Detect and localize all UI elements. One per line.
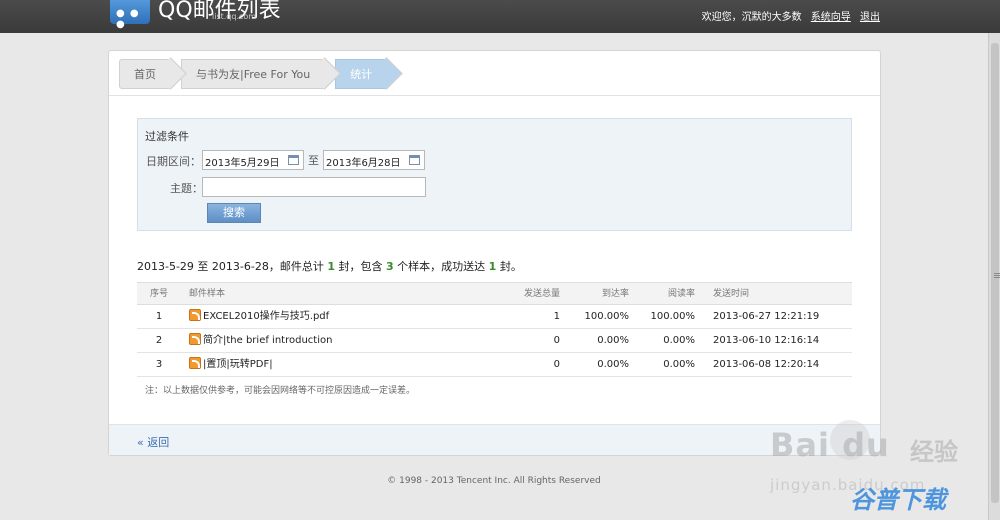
row-read: 100.00% [650,311,696,322]
scrollbar-thumb[interactable] [991,43,1000,503]
row-reach: 0.00% [597,335,629,346]
breadcrumb-list[interactable]: 与书为友|Free For You [181,59,326,89]
sample-count: 3 [386,260,394,273]
col-time-header: 发送时间 [713,289,750,299]
watermark: Bai du 经验 jingyan.baidu.com 谷普下载 [770,420,990,520]
logo-subtitle: list.qq.com [212,12,257,21]
breadcrumb-stats: 统计 [335,59,388,89]
calendar-icon[interactable] [288,155,299,165]
date-from-field[interactable]: 2013年5月29日 [202,150,304,170]
table-row[interactable]: 1 EXCEL2010操作与技巧.pdf 1 100.00% 100.00% 2… [137,305,852,329]
row-sample[interactable]: EXCEL2010操作与技巧.pdf [189,305,329,328]
row-sample[interactable]: 简介|the brief introduction [189,329,332,352]
qq-mail-logo-icon[interactable]: ● ● ● [110,0,150,30]
disclaimer-note: 注：以上数据仅供参考，可能会因网络等不可控原因造成一定误差。 [145,386,416,396]
date-separator: 至 [308,154,319,167]
user-nav: 欢迎您，沉默的大多数 系统向导 退出 [702,8,880,23]
logout-link[interactable]: 退出 [860,12,880,23]
subject-label: 主题： [170,182,203,195]
row-reach: 100.00% [584,311,630,322]
row-total: 1 [553,311,560,322]
summary-text: 2013-5-29 至 2013-6-28，邮件总计 1 封，包含 3 个样本，… [137,260,522,273]
col-total-header: 发送总量 [523,289,560,299]
row-read: 0.00% [663,359,695,370]
main-panel: 首页 与书为友|Free For You 统计 过滤条件 日期区间： 2013年… [108,50,881,456]
date-range-label: 日期区间： [146,155,201,168]
row-sample[interactable]: |置顶|玩转PDF| [189,353,273,376]
guide-link[interactable]: 系统向导 [811,12,851,23]
watermark-logo: Bai du [770,426,890,464]
calendar-icon[interactable] [409,155,420,165]
filter-panel: 过滤条件 日期区间： 2013年5月29日 至 2013年6月28日 主题： 搜… [137,118,852,231]
row-no: 1 [155,311,163,322]
row-reach: 0.00% [597,359,629,370]
stats-table: 序号 邮件样本 发送总量 到达率 阅读率 发送时间 1 EXCEL2010操作与… [137,282,852,377]
col-no-header: 序号 [149,289,168,299]
total-count: 1 [327,260,336,273]
date-to-field[interactable]: 2013年6月28日 [323,150,425,170]
row-time: 2013-06-08 12:20:14 [713,359,820,370]
back-link[interactable]: « 返回 [137,434,169,450]
row-time: 2013-06-27 12:21:19 [713,311,820,322]
date-from-value: 2013年5月29日 [205,158,280,169]
watermark-site: 谷普下载 [850,486,946,514]
watermark-cn: 经验 [910,438,958,466]
row-total: 0 [553,335,560,346]
col-read-header: 阅读率 [667,289,695,299]
row-time: 2013-06-10 12:16:14 [713,335,820,346]
table-row[interactable]: 3 |置顶|玩转PDF| 0 0.00% 0.00% 2013-06-08 12… [137,353,852,377]
rss-icon [189,333,201,345]
rss-icon [189,309,201,321]
divider [109,95,880,96]
row-no: 3 [155,359,163,370]
row-read: 0.00% [663,335,695,346]
delivered-count: 1 [488,260,497,273]
filter-title: 过滤条件 [145,130,189,143]
breadcrumb: 首页 与书为友|Free For You 统计 [119,59,397,89]
rss-icon [189,357,201,369]
col-sample-header: 邮件样本 [189,289,226,299]
search-button[interactable]: 搜索 [207,203,261,223]
top-bar: ● ● ● QQ邮件列表 list.qq.com 欢迎您，沉默的大多数 系统向导… [0,0,1000,33]
panel-footer: « 返回 [109,424,880,455]
breadcrumb-home[interactable]: 首页 [119,59,171,89]
subject-input[interactable] [202,177,426,197]
row-no: 2 [155,335,163,346]
welcome-text: 欢迎您，沉默的大多数 [701,12,802,23]
date-to-value: 2013年6月28日 [326,158,401,169]
table-header: 序号 邮件样本 发送总量 到达率 阅读率 发送时间 [137,282,852,305]
table-row[interactable]: 2 简介|the brief introduction 0 0.00% 0.00… [137,329,852,353]
col-reach-header: 到达率 [601,289,629,299]
row-total: 0 [553,359,560,370]
